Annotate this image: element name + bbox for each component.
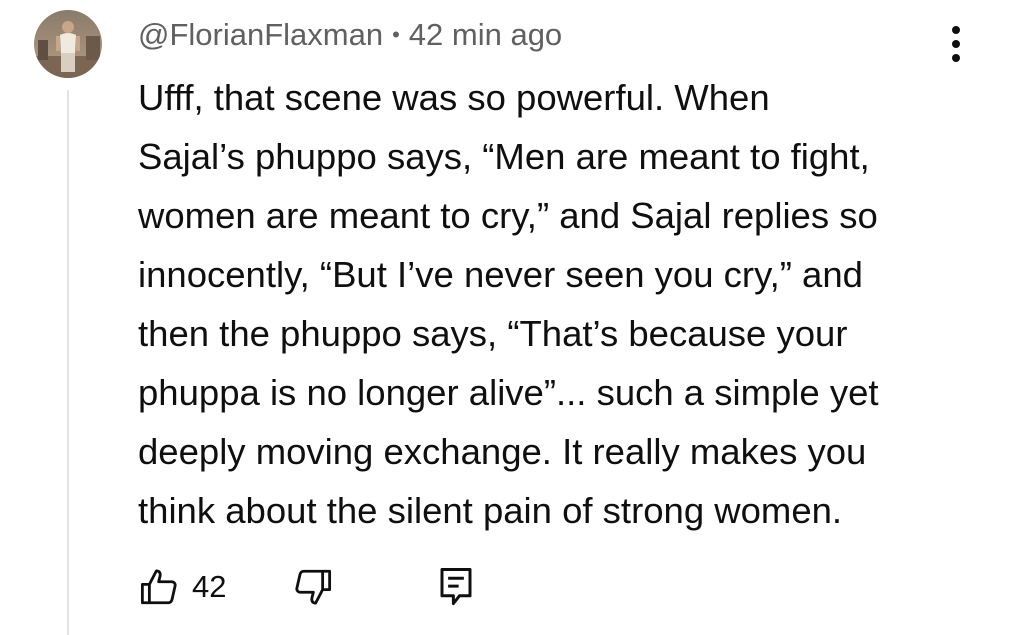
comment-text-line: women are meant to cry,” and Sajal repli… — [138, 195, 878, 236]
comment-text-line: then the phuppo says, “That’s because yo… — [138, 313, 848, 354]
thread-line — [67, 90, 69, 635]
avatar[interactable] — [34, 10, 102, 78]
comment-text-line: Sajal’s phuppo says, “Men are meant to f… — [138, 136, 870, 177]
meta-separator: • — [392, 22, 400, 47]
comment-text-line: phuppa is no longer alive”... such a sim… — [138, 372, 879, 413]
comment-text: Ufff, that scene was so powerful. When S… — [138, 68, 968, 540]
comment-text-line: Ufff, that scene was so powerful. When — [138, 77, 770, 118]
dislike-button[interactable] — [292, 566, 334, 608]
comment-meta: @FlorianFlaxman • 42 min ago — [138, 15, 562, 55]
author-handle[interactable]: @FlorianFlaxman — [138, 17, 383, 53]
thumbs-up-icon — [140, 569, 177, 605]
comment-text-line: think about the silent pain of strong wo… — [138, 490, 843, 531]
like-count: 42 — [192, 569, 227, 604]
vertical-ellipsis-icon — [952, 26, 960, 62]
thumbs-down-icon — [295, 569, 332, 605]
comment-actions: 42 — [138, 562, 474, 612]
comment-timestamp[interactable]: 42 min ago — [409, 17, 562, 53]
avatar-photo — [34, 10, 102, 78]
comment-text-line: deeply moving exchange. It really makes … — [138, 431, 867, 472]
comment-text-line: innocently, “But I’ve never seen you cry… — [138, 254, 863, 295]
more-options-button[interactable] — [938, 18, 974, 70]
like-button[interactable]: 42 — [138, 562, 226, 612]
comment-reply-icon — [440, 568, 472, 606]
reply-button[interactable] — [438, 566, 474, 608]
